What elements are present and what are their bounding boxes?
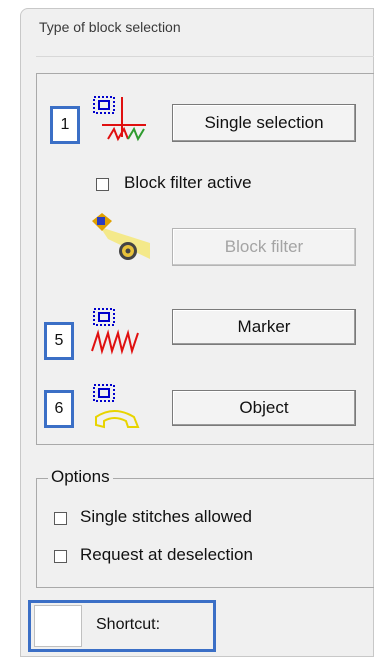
single-selection-icon (93, 96, 146, 142)
shortcut-label: Shortcut: (96, 616, 161, 633)
options-group (36, 478, 374, 588)
options-title: Options (48, 467, 113, 487)
single-stitches-allowed-label: Single stitches allowed (80, 507, 252, 526)
single-stitches-allowed-checkbox[interactable] (54, 512, 67, 525)
object-icon (93, 384, 140, 429)
block-filter-active-label: Block filter active (124, 173, 252, 192)
request-at-deselection-label: Request at deselection (80, 545, 253, 564)
shortcut-input[interactable] (34, 605, 82, 647)
callout-badge-1: 1 (50, 106, 80, 144)
title-divider (36, 56, 374, 57)
block-filter-icon (92, 213, 150, 260)
single-selection-button[interactable]: Single selection (172, 104, 356, 142)
panel-title: Type of block selection (39, 19, 181, 35)
object-button[interactable]: Object (172, 390, 356, 426)
callout-badge-5: 5 (44, 322, 74, 360)
marker-icon (91, 308, 139, 355)
block-filter-button[interactable]: Block filter (172, 228, 356, 266)
block-filter-active-checkbox[interactable] (96, 178, 109, 191)
marker-button[interactable]: Marker (172, 309, 356, 345)
callout-badge-6: 6 (44, 390, 74, 428)
request-at-deselection-checkbox[interactable] (54, 550, 67, 563)
